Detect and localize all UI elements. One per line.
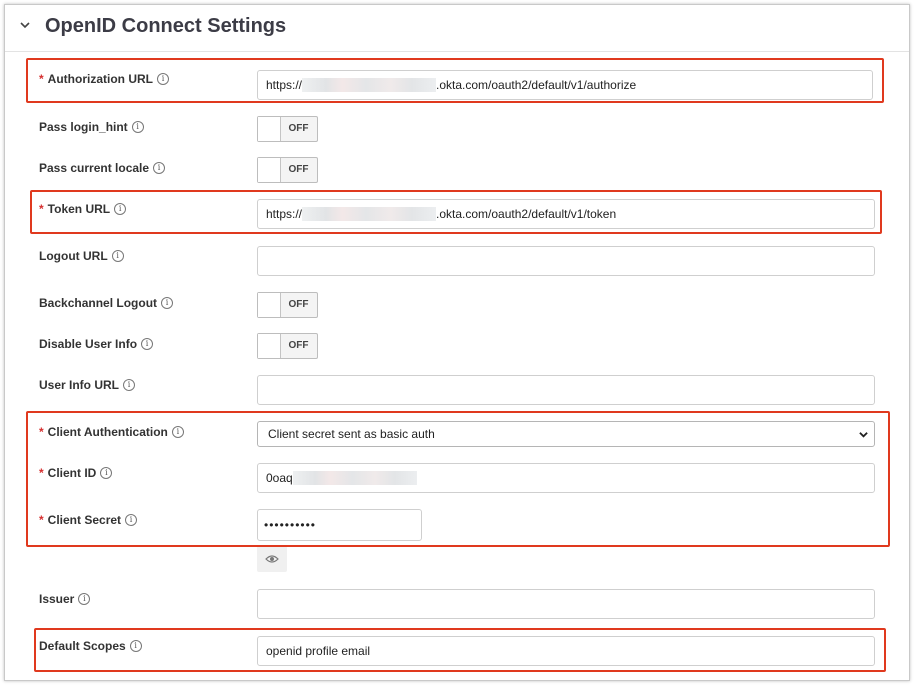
- info-icon[interactable]: i: [131, 121, 144, 133]
- info-icon[interactable]: i: [153, 162, 166, 174]
- section-header[interactable]: OpenID Connect Settings: [5, 5, 909, 52]
- info-icon[interactable]: i: [161, 297, 174, 309]
- info-icon[interactable]: i: [111, 250, 124, 262]
- toggle-state: OFF: [288, 299, 309, 310]
- logout-url-label: Logout URL i: [39, 249, 124, 263]
- backchannel-logout-toggle[interactable]: OFF: [257, 292, 318, 318]
- pass-login-hint-label: Pass login_hint i: [39, 120, 144, 134]
- pass-current-locale-label: Pass current locale i: [39, 161, 166, 175]
- disable-user-info-toggle[interactable]: OFF: [257, 333, 318, 359]
- section-title: OpenID Connect Settings: [45, 15, 287, 37]
- reveal-secret-button[interactable]: [257, 546, 287, 572]
- toggle-state: OFF: [288, 123, 309, 134]
- logout-url-input[interactable]: [257, 246, 875, 276]
- toggle-knob: [258, 117, 281, 141]
- user-info-url-label: User Info URL i: [39, 378, 136, 392]
- openid-connect-panel: OpenID Connect Settings * Authorization U…: [4, 4, 910, 681]
- highlight-default-scopes: [34, 628, 886, 672]
- toggle-knob: [258, 293, 281, 317]
- toggle-knob: [258, 334, 281, 358]
- highlight-client-credentials: [26, 411, 890, 547]
- user-info-url-input[interactable]: [257, 375, 875, 405]
- disable-user-info-label: Disable User Info i: [39, 337, 154, 351]
- pass-login-hint-toggle[interactable]: OFF: [257, 116, 318, 142]
- info-icon[interactable]: i: [141, 338, 154, 350]
- backchannel-logout-label: Backchannel Logout i: [39, 296, 174, 310]
- issuer-label: Issuer i: [39, 592, 91, 606]
- toggle-knob: [258, 158, 281, 182]
- toggle-state: OFF: [288, 340, 309, 351]
- info-icon[interactable]: i: [123, 379, 136, 391]
- info-icon[interactable]: i: [78, 593, 91, 605]
- chevron-down-icon[interactable]: [18, 18, 32, 32]
- toggle-state: OFF: [288, 164, 309, 175]
- highlight-token-url: [30, 190, 882, 234]
- pass-current-locale-toggle[interactable]: OFF: [257, 157, 318, 183]
- highlight-authorization-url: [26, 58, 884, 103]
- eye-icon: [265, 555, 279, 563]
- issuer-input[interactable]: [257, 589, 875, 619]
